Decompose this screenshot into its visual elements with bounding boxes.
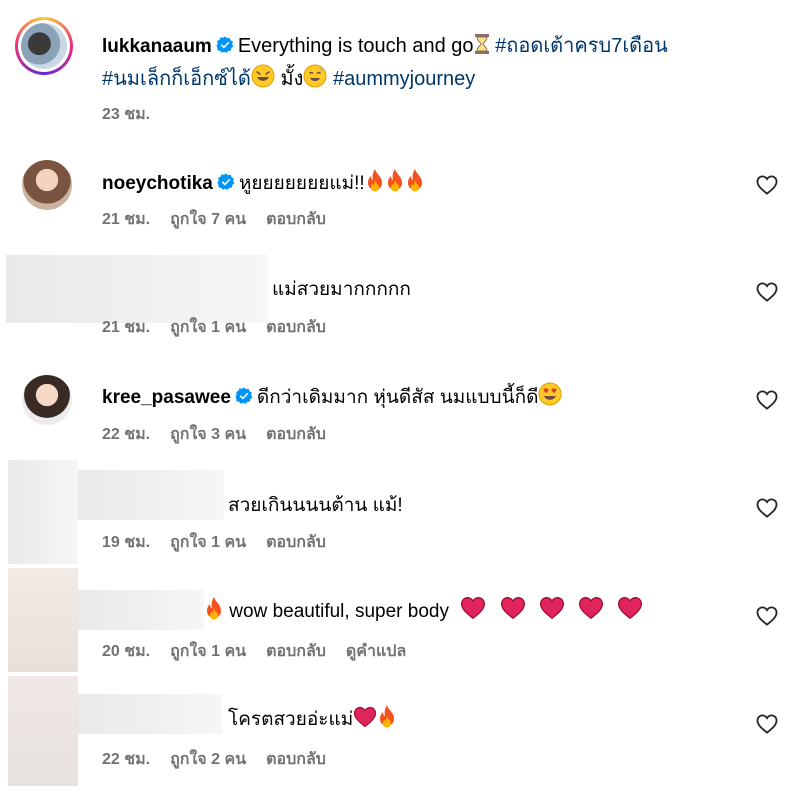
comment-username[interactable]: kree_pasawee [102,387,231,408]
heart-outline-icon[interactable] [756,606,778,626]
comment-item: โครตสวยอ่ะแม่ 22 ชม. ถูกใจ 2 คน ตอบกลับ [0,676,800,796]
red-heart-emoji [539,596,565,620]
comment-meta: 20 ชม. ถูกใจ 1 คน ตอบกลับ ดูคำแปล [102,639,426,664]
reply-button[interactable]: ตอบกลับ [266,534,326,551]
comment-body: แม่สวยมากกกกก [272,274,411,304]
comment-body: noeychotika หูยยยยยยยแม่!! [102,168,425,198]
post-username[interactable]: lukkanaaum [102,36,212,57]
reply-button[interactable]: ตอบกลับ [266,751,326,768]
rolling-laughing-emoji [251,64,275,88]
reply-button[interactable]: ตอบกลับ [266,643,326,660]
commenter-avatar[interactable] [22,375,72,425]
see-translation-button[interactable]: ดูคำแปล [346,643,406,660]
red-heart-emoji [353,706,377,728]
fire-emoji [204,596,224,620]
comment-time[interactable]: 21 ชม. [102,211,150,228]
comment-meta: 19 ชม. ถูกใจ 1 คน ตอบกลับ [102,530,346,555]
caption-text: Everything is touch and go [237,35,474,57]
comment-meta: 22 ชม. ถูกใจ 3 คน ตอบกลับ [102,422,346,447]
comment-meta: 21 ชม. ถูกใจ 7 คน ตอบกลับ [102,207,346,232]
fire-emoji [365,168,385,192]
blurred-user-info [6,255,268,323]
fire-emoji [405,168,425,192]
comment-username[interactable]: noeychotika [102,173,213,194]
comment-time[interactable]: 21 ชม. [102,319,150,336]
comment-likes[interactable]: ถูกใจ 1 คน [170,643,246,660]
reply-button[interactable]: ตอบกลับ [266,211,326,228]
sweat-smile-emoji [303,64,327,88]
red-heart-emoji [578,596,604,620]
fire-emoji [385,168,405,192]
comment-item: สวยเกินนนนต้าน แม้! 19 ชม. ถูกใจ 1 คน ตอบก… [0,458,800,564]
comment-time[interactable]: 22 ชม. [102,751,150,768]
hourglass-emoji [474,33,490,55]
comment-item: kree_pasawee ดีกว่าเดิมมาก หุ่นดีสัส นมแบ… [0,365,800,465]
comment-text: หูยยยยยยยแม่!! [238,173,365,194]
comment-item: noeychotika หูยยยยยยยแม่!! 21 ชม. ถูกใจ 7 … [0,150,800,250]
post-caption: lukkanaaum Everything is touch and go #ถอ… [102,30,782,96]
heart-outline-icon[interactable] [756,175,778,195]
hashtag-3[interactable]: #aummyjourney [333,68,475,90]
comment-text: wow beautiful, super body [229,601,449,622]
comment-likes[interactable]: ถูกใจ 1 คน [170,319,246,336]
red-heart-emoji [617,596,643,620]
hashtag-2[interactable]: #นมเล็กก็เอ็กซ์ได้ [102,68,251,90]
comment-time[interactable]: 20 ชม. [102,643,150,660]
comment-meta: 21 ชม. ถูกใจ 1 คน ตอบกลับ [102,315,346,340]
fire-emoji [377,704,397,728]
blurred-username [78,694,222,734]
verified-badge-icon [217,173,235,191]
post-time: 23 ชม. [102,102,170,127]
red-heart-emoji [500,596,526,620]
blurred-username [78,470,224,520]
comment-likes[interactable]: ถูกใจ 2 คน [170,751,246,768]
comment-body: โครตสวยอ่ะแม่ [228,704,397,734]
reply-button[interactable]: ตอบกลับ [266,426,326,443]
post-caption-block: lukkanaaum Everything is touch and go #ถอ… [0,0,800,140]
blurred-avatar [8,460,78,564]
comment-text: โครตสวยอ่ะแม่ [228,709,354,730]
post-author-avatar[interactable] [15,17,73,75]
heart-outline-icon[interactable] [756,282,778,302]
comment-text: ดีกว่าเดิมมาก หุ่นดีสัส นมแบบนี้ก็ดี [256,387,539,408]
reply-button[interactable]: ตอบกลับ [266,319,326,336]
red-heart-emoji [460,596,486,620]
blurred-avatar [8,568,78,672]
comment-meta: 22 ชม. ถูกใจ 2 คน ตอบกลับ [102,747,346,772]
heart-outline-icon[interactable] [756,714,778,734]
blurred-avatar [8,676,78,786]
hashtag-1[interactable]: #ถอดเต้าครบ7เดือน [495,35,668,57]
comment-text: สวยเกินนนนต้าน แม้! [228,495,403,516]
comment-likes[interactable]: ถูกใจ 7 คน [170,211,246,228]
comment-time[interactable]: 22 ชม. [102,426,150,443]
caption-mid-text: มั้ง [280,68,304,90]
comment-body: wow beautiful, super body [204,596,643,623]
comment-likes[interactable]: ถูกใจ 3 คน [170,426,246,443]
blurred-username [78,590,204,630]
heart-outline-icon[interactable] [756,390,778,410]
heart-outline-icon[interactable] [756,498,778,518]
heart-eyes-emoji [538,382,562,406]
comment-item: แม่สวยมากกกกก 21 ชม. ถูกใจ 1 คน ตอบกลับ [0,255,800,355]
comment-item: wow beautiful, super body 20 ชม. ถูกใจ 1 … [0,568,800,672]
comment-text: แม่สวยมากกกกก [272,279,411,300]
verified-badge-icon [235,387,253,405]
commenter-avatar[interactable] [22,160,72,210]
comment-body: kree_pasawee ดีกว่าเดิมมาก หุ่นดีสัส นมแบ… [102,382,562,412]
comment-likes[interactable]: ถูกใจ 1 คน [170,534,246,551]
comment-body: สวยเกินนนนต้าน แม้! [228,490,403,520]
post-timestamp[interactable]: 23 ชม. [102,106,150,123]
verified-badge-icon [216,36,234,54]
comment-time[interactable]: 19 ชม. [102,534,150,551]
